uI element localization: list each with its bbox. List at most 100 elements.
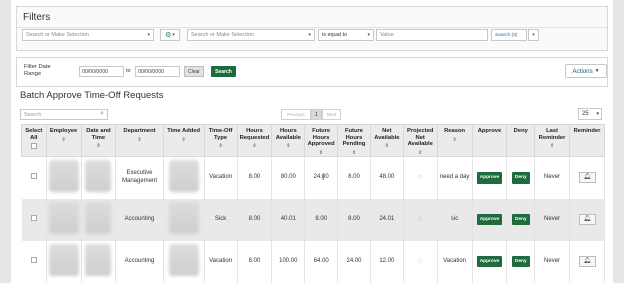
date-from-input[interactable]: 00/00/0000 <box>79 66 124 77</box>
operator-select[interactable]: is equal to ▾ <box>318 29 374 41</box>
page-frame: Filters Search or Make Selection ▾ ⚙ ▾ S… <box>11 0 613 283</box>
redacted-block <box>48 201 79 234</box>
approve-button[interactable]: Approve <box>476 255 503 268</box>
redacted-block <box>85 201 112 234</box>
filter-field-select[interactable]: Search or Make Selection ▾ <box>22 29 154 41</box>
col-last-reminder[interactable]: Last Reminder ⇕ <box>534 124 570 157</box>
bell-icon: 🔔︎ <box>583 215 591 222</box>
filters-title: Filters <box>23 12 51 23</box>
employee-cell <box>46 198 82 241</box>
col-label: Projected Net Available <box>406 128 434 147</box>
filter-field-select-2[interactable]: Search or Make Selection ▾ <box>187 29 315 41</box>
net-available-cell: 12.00 <box>370 240 404 283</box>
sort-icon: ⇕ <box>549 143 555 149</box>
col-deny: Deny <box>506 124 536 157</box>
reminder-button[interactable]: 🔔︎ <box>578 256 596 267</box>
approve-button[interactable]: Approve <box>476 213 503 226</box>
col-label: Time Added <box>167 128 201 134</box>
projected-net-cell: ◌ <box>403 198 438 241</box>
sort-icon: ⇕ <box>137 136 142 143</box>
row-checkbox-cell <box>21 156 47 199</box>
department-cell: Executive Management <box>115 156 164 199</box>
row-checkbox[interactable] <box>30 173 37 179</box>
previous-page-button[interactable]: Previous <box>281 109 311 120</box>
date-filter-label: Filter Date Range <box>24 64 51 78</box>
department-cell: Accounting <box>115 198 164 241</box>
deny-button[interactable]: Deny <box>511 213 530 226</box>
reminder-cell: 🔔︎ <box>569 198 605 241</box>
redacted-block <box>48 243 79 276</box>
time-added-cell <box>163 240 205 283</box>
sort-icon: ⇕ <box>319 149 324 156</box>
sort-icon: ⇕ <box>384 143 389 149</box>
gear-button[interactable]: ⚙ ▾ <box>160 29 180 41</box>
col-label: Deny <box>513 128 528 134</box>
col-label: Select All <box>25 128 43 141</box>
col-reason[interactable]: Reason ⇕ <box>436 124 473 157</box>
page-size-select[interactable]: 25 ▾ <box>578 108 602 120</box>
net-available-cell: 24.01 <box>370 198 404 241</box>
department-cell: Accounting <box>115 240 164 283</box>
col-date-time[interactable]: Date and Time ⇕ <box>80 124 117 157</box>
hours-requested-cell: 8.00 <box>237 156 273 199</box>
reminder-button[interactable]: 🔔︎ <box>578 172 596 184</box>
type-cell: Vacation <box>204 156 238 199</box>
filter-search-button[interactable]: Search (0) <box>491 29 527 41</box>
col-label: Approve <box>477 128 502 134</box>
hours-available-cell: 100.00 <box>271 240 306 283</box>
value-input[interactable]: Value <box>376 29 488 41</box>
col-employee[interactable]: Employee ⇕ <box>45 124 82 157</box>
divider <box>17 27 607 28</box>
deny-cell: Deny <box>506 198 536 241</box>
actions-button[interactable]: Actions ▼ <box>565 64 607 78</box>
future-approved-cell: 64.00 <box>304 240 339 283</box>
table-row: Accounting Sick 8.00 40.01 8.00 8.00 24.… <box>21 198 605 241</box>
approve-cell: Approve <box>472 240 508 283</box>
actions-label: Actions <box>572 67 593 75</box>
page-number-button[interactable]: 1 <box>311 109 322 120</box>
col-label: Future Hours Approved <box>307 128 335 147</box>
col-hours-requested[interactable]: Hours Requested ⇕ <box>236 124 273 157</box>
gear-icon: ⚙ <box>165 32 172 39</box>
col-hours-available[interactable]: Hours Available ⇕ <box>271 124 306 157</box>
clear-button[interactable]: Clear <box>184 66 204 77</box>
filters-panel: Filters Search or Make Selection ▾ ⚙ ▾ S… <box>16 6 608 51</box>
last-reminder-cell: Never <box>534 198 570 241</box>
chevron-down-icon[interactable]: ▾ <box>528 29 539 41</box>
deny-cell: Deny <box>506 240 536 283</box>
sort-icon: ⇕ <box>181 136 186 143</box>
chevron-down-icon: ▾ <box>596 111 599 117</box>
col-label: Hours Requested <box>239 128 270 141</box>
sort-icon: ⇕ <box>218 143 223 149</box>
col-net-available[interactable]: Net Available ⇕ <box>369 124 404 157</box>
approve-button[interactable]: Approve <box>476 172 503 184</box>
next-page-button[interactable]: Next <box>322 109 341 120</box>
deny-button[interactable]: Deny <box>511 255 530 268</box>
row-checkbox[interactable] <box>30 214 37 221</box>
redacted-block <box>48 160 79 192</box>
date-to-input[interactable]: 00/00/0000 <box>135 66 180 77</box>
col-time-added[interactable]: Time Added ⇕ <box>162 124 205 157</box>
col-department[interactable]: Department ⇕ <box>115 124 164 157</box>
last-reminder-cell: Never <box>534 240 570 283</box>
deny-button[interactable]: Deny <box>511 172 530 184</box>
reminder-button[interactable]: 🔔︎ <box>578 214 596 225</box>
date-search-button[interactable]: Search <box>211 66 236 77</box>
hours-requested-cell: 8.00 <box>237 198 273 241</box>
col-select-all: Select All <box>21 124 47 157</box>
col-label: Reminder <box>573 128 601 134</box>
table-search-input[interactable]: Search ⌕ <box>20 109 108 120</box>
col-future-approved[interactable]: Future Hours Approved ⇕ <box>304 124 339 157</box>
row-checkbox[interactable] <box>30 256 37 263</box>
col-type[interactable]: Time-Off Type ⇕ <box>203 124 238 157</box>
chevron-down-icon: ▾ <box>367 32 370 38</box>
col-future-pending[interactable]: Future Hours Pending ⇕ <box>337 124 371 157</box>
col-projected-net[interactable]: Projected Net Available ⇕ <box>402 124 438 157</box>
select-all-checkbox[interactable] <box>30 143 37 149</box>
table-header-row: Select All Employee ⇕ Date and Time ⇕ Depa… <box>21 124 605 157</box>
col-label: Future Hours Pending <box>342 128 366 147</box>
pagination: Previous 1 Next <box>281 109 341 120</box>
chevron-down-icon: ▾ <box>308 32 311 38</box>
page-size-value: 25 <box>582 111 589 117</box>
type-cell: Sick <box>204 198 238 241</box>
